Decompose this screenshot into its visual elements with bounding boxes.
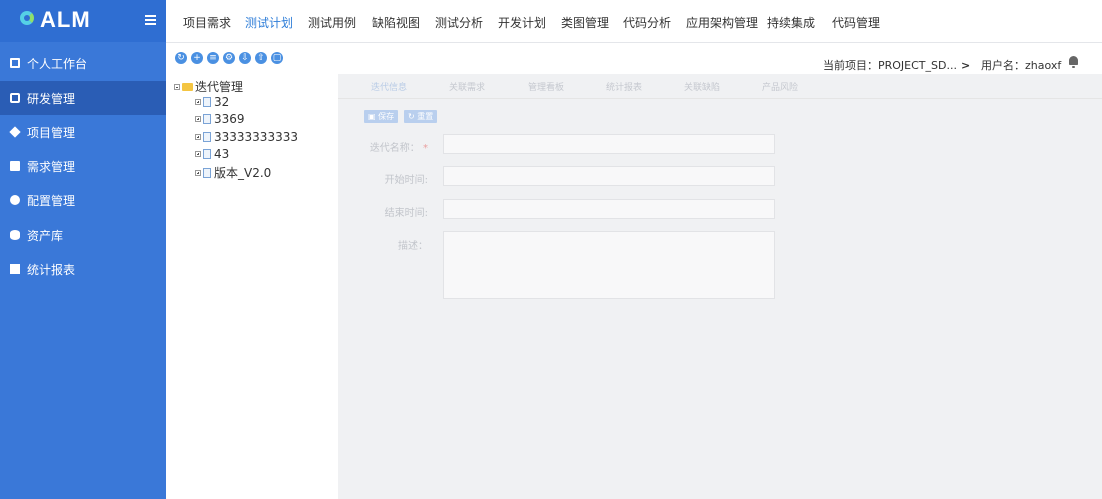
tab-kanban[interactable]: 管理看板 (528, 80, 564, 93)
tree-node[interactable]: 33333333333 (195, 130, 298, 144)
logo-icon (20, 11, 34, 25)
tab-iteration-info[interactable]: 迭代信息 (371, 80, 407, 93)
start-time-label: 开始时间: (384, 175, 428, 186)
import-icon[interactable]: ⇩ (239, 52, 251, 64)
folder-icon (182, 82, 193, 91)
expand-icon[interactable] (195, 169, 201, 176)
username-label: 用户名：zhaoxf (981, 59, 1062, 72)
sidebar-item-personal-workbench[interactable]: 个人工作台 (0, 46, 166, 80)
iteration-name-input[interactable] (443, 134, 775, 154)
document-icon (10, 93, 20, 103)
tab-product-risk[interactable]: 产品风险 (762, 80, 798, 93)
sidebar-item-statistics-report[interactable]: 统计报表 (0, 252, 166, 286)
expand-icon[interactable] (195, 116, 201, 122)
sidebar-item-project-management[interactable]: 项目管理 (0, 115, 166, 149)
sidebar-item-asset-library[interactable]: 资产库 (0, 218, 166, 252)
end-time-input[interactable] (443, 199, 775, 219)
sidebar-item-label: 研发管理 (27, 91, 76, 106)
logo-text: ALM (40, 7, 91, 32)
iteration-name-label: 迭代名称： * (338, 139, 428, 154)
edit-icon[interactable]: ≡ (207, 52, 219, 64)
tree-node-label: 版本_V2.0 (214, 166, 272, 180)
description-textarea[interactable] (443, 231, 775, 299)
file-icon (203, 167, 211, 178)
expand-icon[interactable] (195, 151, 201, 157)
iteration-tree: 迭代管理 32 3369 33333333333 43 版本_V2.0 (166, 74, 338, 499)
tab-test-cases[interactable]: 测试用例 (308, 14, 356, 31)
tab-statistics[interactable]: 统计报表 (606, 80, 642, 93)
sidebar-item-configuration-management[interactable]: 配置管理 (0, 183, 166, 217)
tree-node[interactable]: 32 (195, 95, 229, 109)
settings-icon[interactable]: ⚙ (223, 52, 235, 64)
file-icon (203, 114, 211, 124)
tab-dev-plan[interactable]: 开发计划 (498, 14, 546, 31)
tree-node-label: 32 (214, 95, 230, 109)
sidebar-item-label: 资产库 (27, 228, 64, 243)
tree-node[interactable]: 版本_V2.0 (195, 164, 271, 181)
tree-node-label: 33333333333 (214, 130, 298, 144)
tab-test-analysis[interactable]: 测试分析 (435, 14, 483, 31)
end-time-label: 结束时间: (384, 208, 428, 219)
toolbar: ↻ + ≡ ⚙ ⇩ ⇧ ▢ 当前项目：PROJECT_SD... > 用户名：zh… (166, 48, 1102, 74)
panel-tabs: 迭代信息 关联需求 管理看板 统计报表 关联缺陷 产品风险 (338, 74, 1102, 99)
menu-toggle-icon[interactable] (145, 15, 156, 25)
sidebar-item-label: 项目管理 (27, 125, 76, 140)
copy-icon[interactable]: ▢ (271, 52, 283, 64)
current-project-label: 当前项目：PROJECT_SD... (823, 59, 957, 72)
file-icon (203, 132, 211, 142)
refresh-icon[interactable]: ↻ (175, 52, 187, 64)
tree-node[interactable]: 3369 (195, 112, 245, 126)
tab-linked-defects[interactable]: 关联缺陷 (684, 80, 720, 93)
iteration-form-panel: 迭代信息 关联需求 管理看板 统计报表 关联缺陷 产品风险 ▣ 保存 ↻ 重置 … (338, 74, 1102, 499)
current-project-selector[interactable]: 当前项目：PROJECT_SD... > (823, 57, 970, 73)
gear-icon (10, 195, 20, 205)
expand-icon[interactable] (195, 134, 201, 140)
collapse-icon[interactable] (174, 83, 180, 90)
tree-root-node[interactable]: 迭代管理 (174, 78, 243, 95)
tab-class-diagram[interactable]: 类图管理 (561, 14, 609, 31)
reset-button[interactable]: ↻ 重置 (404, 110, 438, 123)
start-time-input[interactable] (443, 166, 775, 186)
required-marker: * (423, 143, 428, 154)
tree-node[interactable]: 43 (195, 147, 229, 161)
tab-code-management[interactable]: 代码管理 (832, 14, 880, 31)
layers-icon (9, 126, 21, 138)
sidebar-item-label: 需求管理 (27, 159, 76, 174)
sidebar-item-rd-management[interactable]: 研发管理 (0, 81, 166, 115)
tab-linked-requirements[interactable]: 关联需求 (449, 80, 485, 93)
file-icon (203, 97, 211, 107)
sidebar: ALM 个人工作台 研发管理 项目管理 需求管理 配置管理 资产库 统计报表 (0, 0, 166, 499)
description-label: 描述： (398, 241, 428, 252)
tab-project-requirements[interactable]: 项目需求 (183, 14, 231, 31)
tab-continuous-integration[interactable]: 持续集成 (767, 14, 815, 31)
add-icon[interactable]: + (191, 52, 203, 64)
chart-icon (10, 264, 20, 274)
tab-test-plan[interactable]: 测试计划 (245, 14, 293, 31)
bell-icon[interactable] (1069, 56, 1078, 68)
chevron-right-icon: > (960, 59, 971, 72)
sidebar-item-label: 个人工作台 (27, 56, 88, 71)
logo-bar: ALM (0, 0, 166, 42)
tree-node-label: 3369 (214, 112, 245, 126)
expand-icon[interactable] (195, 99, 201, 105)
tab-code-analysis[interactable]: 代码分析 (623, 14, 671, 31)
tab-defect-view[interactable]: 缺陷视图 (372, 14, 420, 31)
save-button[interactable]: ▣ 保存 (364, 110, 399, 123)
top-navigation: 项目需求 测试计划 测试用例 缺陷视图 测试分析 开发计划 类图管理 代码分析 … (166, 0, 1102, 43)
tree-node-label: 迭代管理 (195, 80, 244, 94)
sidebar-item-requirement-management[interactable]: 需求管理 (0, 149, 166, 183)
file-icon (203, 149, 211, 159)
sidebar-item-label: 配置管理 (27, 193, 76, 208)
sidebar-item-label: 统计报表 (27, 262, 76, 277)
save-label: 保存 (378, 112, 395, 121)
monitor-icon (10, 58, 20, 68)
database-icon (10, 230, 20, 240)
tab-app-architecture[interactable]: 应用架构管理 (686, 14, 758, 31)
iteration-name-label-text: 迭代名称： (369, 143, 420, 154)
export-icon[interactable]: ⇧ (255, 52, 267, 64)
tree-node-label: 43 (214, 147, 230, 161)
reset-label: 重置 (417, 112, 434, 121)
server-icon (10, 161, 20, 171)
